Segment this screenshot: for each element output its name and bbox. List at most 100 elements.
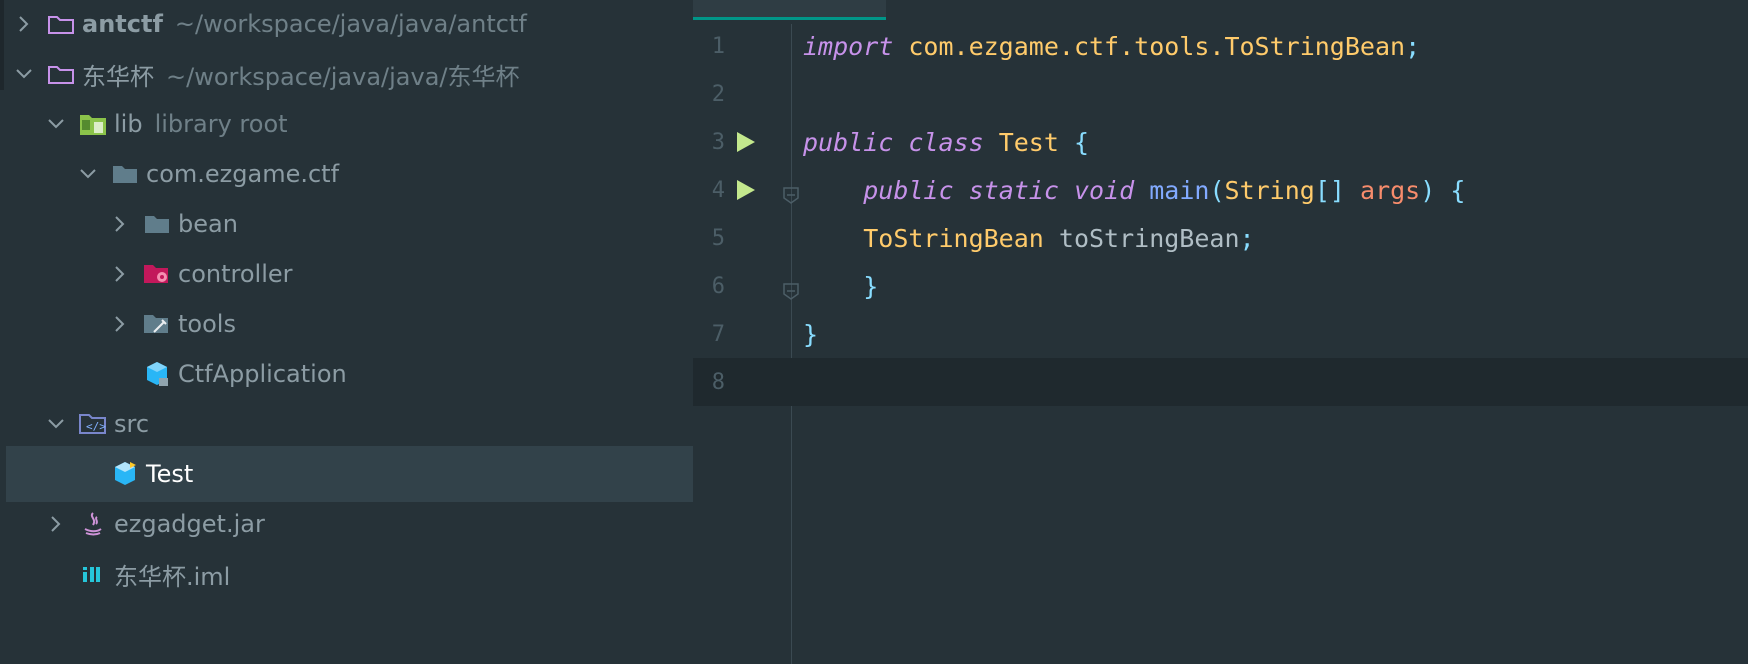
chevron-down-icon[interactable] xyxy=(46,414,66,434)
code-line[interactable]: 2 xyxy=(693,70,1748,118)
tree-item[interactable]: antctf ~/workspace/java/java/antctf xyxy=(0,0,693,52)
tree-item-hint: ~/workspace/java/java/东华杯 xyxy=(166,62,520,91)
code-text: import com.ezgame.ctf.tools.ToStringBean… xyxy=(803,32,1420,61)
fold-icon[interactable] xyxy=(782,181,800,204)
code-token: } xyxy=(803,319,819,349)
folder-outline-icon xyxy=(46,10,76,38)
project-tree: antctf ~/workspace/java/java/antctf 东华杯 ~/w… xyxy=(0,0,693,664)
code-token: import xyxy=(803,31,894,61)
code-token: ToStringBean xyxy=(863,223,1044,253)
line-number: 3 xyxy=(711,129,725,155)
code-line[interactable]: 8 xyxy=(693,358,1748,406)
tree-item[interactable]: bean xyxy=(0,196,693,252)
code-line[interactable]: 7} xyxy=(693,310,1748,358)
tree-item-label: lib xyxy=(114,110,143,138)
tree-item-label: antctf xyxy=(82,10,163,38)
controller-folder-icon xyxy=(142,260,172,288)
line-number: 8 xyxy=(711,369,725,395)
code-token: public xyxy=(863,175,954,205)
code-text: public class Test { xyxy=(803,128,1089,157)
code-token: ; xyxy=(1239,223,1255,253)
tree-item[interactable]: ezgadget.jar xyxy=(0,496,693,552)
library-folder-icon xyxy=(78,110,108,138)
code-text: public static void main(String[] args) { xyxy=(803,176,1465,205)
chevron-right-icon[interactable] xyxy=(110,314,130,334)
package-folder-icon xyxy=(110,160,140,188)
code-editor[interactable]: 1 import com.ezgame.ctf.tools.ToStringBea… xyxy=(693,0,1748,664)
chevron-down-icon[interactable] xyxy=(78,164,98,184)
tree-item-label: src xyxy=(114,410,150,438)
jar-icon xyxy=(78,510,108,538)
tree-item-label: Test xyxy=(146,460,194,488)
code-token: ) xyxy=(1420,175,1436,205)
tree-item-label: tools xyxy=(178,310,236,338)
chevron-right-icon[interactable] xyxy=(46,514,66,534)
tree-item[interactable]: CtfApplication xyxy=(0,346,693,402)
tree-item[interactable]: tools xyxy=(0,296,693,352)
line-number: 1 xyxy=(711,33,725,59)
tree-item[interactable]: </> src xyxy=(0,396,693,452)
chevron-down-icon[interactable] xyxy=(14,64,34,84)
code-line[interactable]: 6 } xyxy=(693,262,1748,310)
line-number: 4 xyxy=(711,177,725,203)
code-token: class xyxy=(908,127,984,157)
code-line[interactable]: 5 ToStringBean toStringBean; xyxy=(693,214,1748,262)
tree-item-label: 东华杯 xyxy=(82,62,154,91)
tree-item-label: CtfApplication xyxy=(178,360,347,388)
code-token: String xyxy=(1224,175,1315,205)
class-icon xyxy=(142,360,172,388)
code-line[interactable]: 1 import com.ezgame.ctf.tools.ToStringBea… xyxy=(693,22,1748,70)
code-token: Test xyxy=(998,127,1059,157)
run-icon[interactable] xyxy=(733,129,759,155)
active-tab-underline xyxy=(693,17,886,20)
tree-item[interactable]: 东华杯 ~/workspace/java/java/东华杯 xyxy=(0,46,693,102)
chevron-right-icon[interactable] xyxy=(110,214,130,234)
code-token: args xyxy=(1360,175,1421,205)
tree-item-label: 东华杯.iml xyxy=(114,562,231,591)
tree-item[interactable]: 东华杯.iml xyxy=(0,546,693,602)
run-icon[interactable] xyxy=(733,177,759,203)
tree-item[interactable]: lib library root xyxy=(0,96,693,152)
chevron-right-icon[interactable] xyxy=(110,264,130,284)
code-token: { xyxy=(1073,127,1090,157)
editor-tab-bar xyxy=(693,0,1748,24)
code-token: [] xyxy=(1314,175,1345,205)
code-token: public xyxy=(803,127,894,157)
tree-item[interactable]: controller xyxy=(0,246,693,302)
code-token: { xyxy=(1450,175,1466,205)
tree-item-label: bean xyxy=(178,210,238,238)
iml-icon xyxy=(78,560,108,588)
line-number: 7 xyxy=(711,321,725,347)
active-tab[interactable] xyxy=(693,0,886,20)
code-line[interactable]: 3 public class Test { xyxy=(693,118,1748,166)
tree-item-hint: library root xyxy=(154,110,288,138)
code-text: } xyxy=(803,320,818,349)
java-class-icon xyxy=(110,460,140,488)
code-token: com.ezgame.ctf.tools.ToStringBean xyxy=(908,31,1406,61)
fold-icon[interactable] xyxy=(782,277,800,300)
code-token: ( xyxy=(1209,175,1225,205)
code-text: } xyxy=(803,272,878,301)
folder-outline-icon xyxy=(46,60,76,88)
chevron-down-icon[interactable] xyxy=(46,114,66,134)
code-text: ToStringBean toStringBean; xyxy=(803,223,1255,253)
code-line[interactable]: 4 public static void main(String[] args)… xyxy=(693,166,1748,214)
tree-item[interactable]: com.ezgame.ctf xyxy=(0,146,693,202)
tree-item[interactable]: Test xyxy=(6,446,693,502)
svg-text:</>: </> xyxy=(86,420,106,433)
code-token: void xyxy=(1073,175,1135,205)
chevron-right-icon[interactable] xyxy=(14,14,34,34)
